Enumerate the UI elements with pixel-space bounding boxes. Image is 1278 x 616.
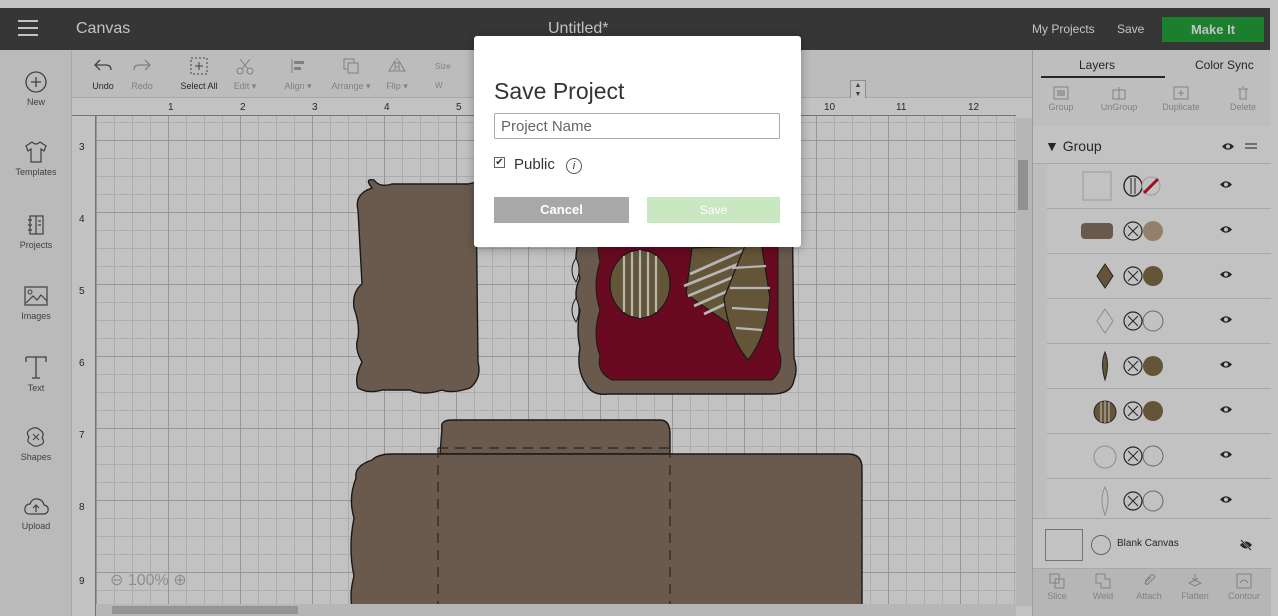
- public-label: Public: [514, 156, 555, 173]
- save-button[interactable]: Save: [647, 197, 780, 223]
- public-checkbox[interactable]: ✔: [494, 157, 505, 168]
- info-icon[interactable]: i: [566, 158, 582, 174]
- project-name-input[interactable]: [494, 113, 780, 139]
- cancel-button[interactable]: Cancel: [494, 197, 629, 223]
- dialog-title: Save Project: [494, 78, 625, 104]
- save-project-dialog: Save Project ✔ Public i Cancel Save: [474, 36, 801, 247]
- app: Canvas Untitled* My Projects Save Make I…: [0, 0, 1278, 616]
